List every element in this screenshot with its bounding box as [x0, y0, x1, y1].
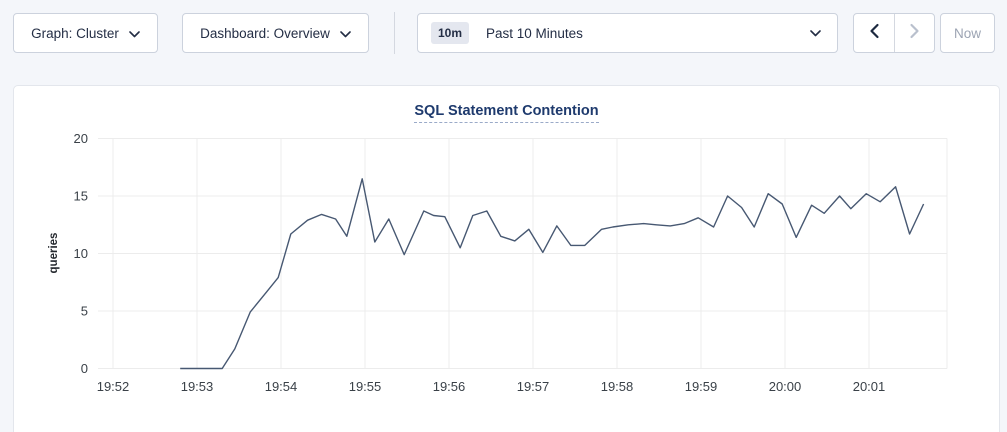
chart-title[interactable]: SQL Statement Contention — [414, 103, 598, 123]
chevron-down-icon — [129, 26, 140, 41]
chevron-down-icon — [340, 26, 351, 41]
prev-time-button[interactable] — [854, 14, 894, 52]
now-button[interactable]: Now — [940, 13, 995, 53]
sql-contention-chart: 0510152019:5219:5319:5419:5519:5619:5719… — [0, 0, 1007, 432]
dashboard-dropdown[interactable]: Dashboard: Overview — [182, 13, 369, 53]
header-divider — [394, 12, 395, 54]
chevron-right-icon — [909, 23, 920, 44]
chart-plot-area[interactable] — [98, 139, 947, 369]
chevron-left-icon — [869, 23, 880, 44]
time-range-badge: 10m — [431, 22, 469, 44]
chart-title-row: SQL Statement Contention — [14, 102, 999, 123]
time-nav-group — [853, 13, 935, 53]
dashboard-dropdown-label: Dashboard: Overview — [200, 26, 330, 41]
now-button-label: Now — [954, 26, 981, 41]
graph-dropdown[interactable]: Graph: Cluster — [13, 13, 158, 53]
chevron-down-icon — [810, 24, 821, 42]
time-range-label: Past 10 Minutes — [486, 26, 583, 41]
graph-dropdown-label: Graph: Cluster — [31, 26, 119, 41]
time-range-dropdown[interactable]: 10m Past 10 Minutes — [417, 13, 838, 53]
next-time-button[interactable] — [894, 14, 934, 52]
